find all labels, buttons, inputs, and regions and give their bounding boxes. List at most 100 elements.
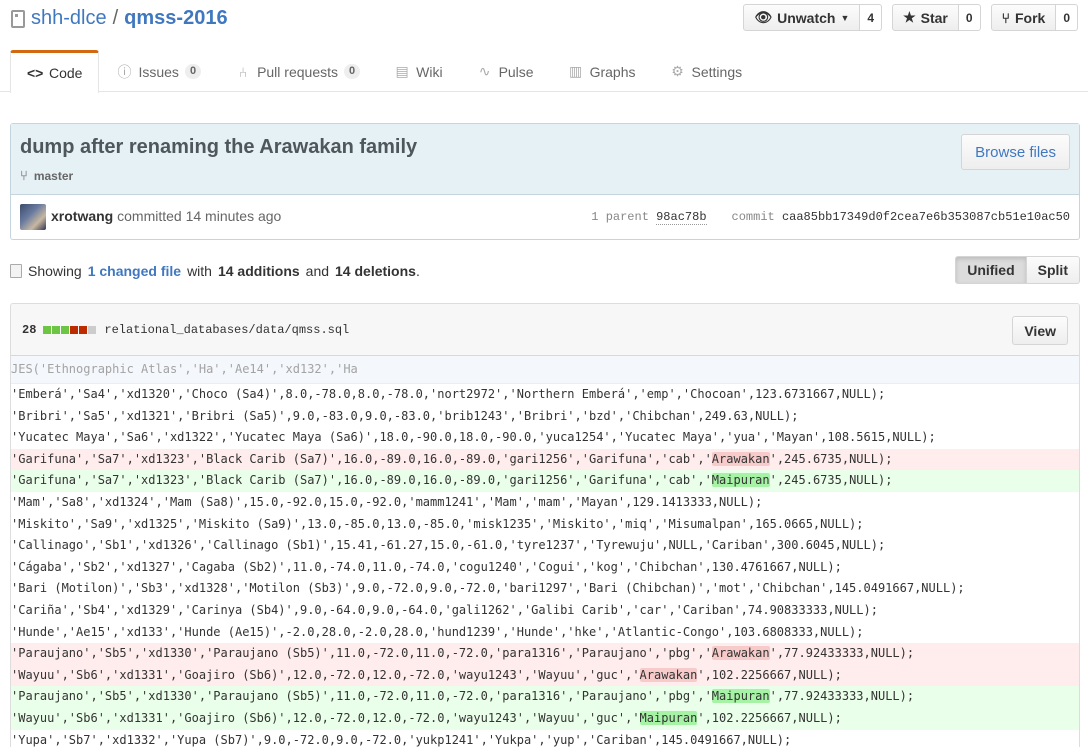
line-code: 'Wayuu','Sb6','xd1331','Goajiro (Sb6)',1… (11, 667, 640, 682)
repo-nav: <> Code ⓘ Issues 0 ⑃ Pull requests 0 ▤ W… (10, 50, 760, 93)
context-line: 'Cariña','Sb4','xd1329','Carinya (Sb4)',… (11, 600, 1079, 622)
line-code: 'Garifuna','Sa7','xd1323','Black Carib (… (11, 473, 712, 488)
code-icon: <> (27, 65, 44, 81)
star-button[interactable]: ★ Star (892, 4, 959, 31)
tab-wiki[interactable]: ▤ Wiki (377, 50, 459, 92)
context-line: 'Mam','Sa8','xd1324','Mam (Sa8)',15.0,-9… (11, 492, 1079, 514)
branch-name[interactable]: master (34, 169, 73, 183)
context-line: 'Miskito','Sa9','xd1325','Miskito (Sa9)'… (11, 514, 1079, 536)
repo-header: shh-dlce / qmss-2016 👁 Unwatch ▼ 4 ★ Sta… (0, 0, 1088, 93)
tab-settings-label: Settings (691, 63, 743, 80)
repo-actions: 👁 Unwatch ▼ 4 ★ Star 0 ⑂ Fork 0 (743, 4, 1078, 31)
repo-owner-link[interactable]: shh-dlce (31, 7, 107, 30)
tab-settings[interactable]: ⚙ Settings (653, 50, 760, 92)
repo-title: shh-dlce / qmss-2016 (11, 7, 228, 30)
added-line: 'Garifuna','Sa7','xd1323','Black Carib (… (11, 470, 1079, 492)
word-highlight: Maipuran (711, 473, 770, 488)
tab-issues-label: Issues (138, 63, 179, 80)
commit-box: dump after renaming the Arawakan family … (10, 123, 1080, 240)
changed-files-link[interactable]: 1 changed file (88, 263, 181, 279)
graph-icon: ▥ (568, 63, 583, 79)
line-code-tail: ',77.92433333,NULL); (769, 689, 915, 704)
tab-pull-requests[interactable]: ⑃ Pull requests 0 (218, 50, 377, 92)
diffstat-block (79, 326, 88, 334)
line-code: 'Yucatec Maya','Sa6','xd1322','Yucatec M… (11, 430, 936, 445)
word-highlight: Maipuran (639, 710, 698, 725)
view-file-button[interactable]: View (1012, 316, 1068, 345)
branch-icon: ⑂ (20, 168, 28, 183)
tab-pulse[interactable]: ∿ Pulse (460, 50, 551, 92)
issues-counter: 0 (184, 64, 202, 79)
line-code-tail: ',245.6735,NULL); (769, 451, 893, 466)
hunk-header: JES('Ethnographic Atlas','Ha','Ae14','xd… (11, 356, 1079, 384)
unwatch-button[interactable]: 👁 Unwatch ▼ (743, 4, 861, 31)
fork-button[interactable]: ⑂ Fork (990, 4, 1057, 31)
parent-label: 1 parent (591, 210, 649, 224)
line-code-tail: ',102.2256667,NULL); (697, 710, 842, 725)
repo-name-link[interactable]: qmss-2016 (124, 7, 227, 30)
eye-icon: 👁 (754, 9, 773, 25)
author-line: xrotwang committed 14 minutes ago (51, 208, 281, 224)
sha-block: 1 parent 98ac78b commit caa85bb17349d0f2… (591, 210, 1070, 225)
split-button[interactable]: Split (1026, 256, 1080, 284)
file-diff: 28 relational_databases/data/qmss.sql Vi… (10, 303, 1080, 747)
word-highlight: Arawakan (711, 451, 770, 466)
stargazers-count[interactable]: 0 (958, 4, 981, 31)
context-line: 'Yupa','Sb7','xd1332','Yupa (Sb7)',9.0,-… (11, 730, 1079, 747)
diffstat-block (43, 326, 52, 334)
tab-graphs-label: Graphs (589, 63, 636, 80)
added-line: 'Wayuu','Sb6','xd1331','Goajiro (Sb6)',1… (11, 707, 1079, 730)
line-code: 'Callinago','Sb1','xd1326','Callinago (S… (11, 538, 886, 553)
context-line: 'Yucatec Maya','Sa6','xd1322','Yucatec M… (11, 427, 1079, 449)
line-code-tail: ',77.92433333,NULL); (769, 646, 915, 661)
commit-meta: xrotwang committed 14 minutes ago 1 pare… (11, 195, 1079, 240)
line-code: 'Bribri','Sa5','xd1321','Bribri (Sa5)',9… (11, 408, 799, 423)
star-group: ★ Star 0 (892, 4, 981, 31)
issue-icon: ⓘ (117, 63, 132, 80)
browse-files-button[interactable]: Browse files (961, 134, 1070, 170)
tab-code-label: Code (49, 65, 83, 81)
diffstat-block (61, 326, 70, 334)
additions-count: 14 additions (217, 263, 300, 279)
file-header: 28 relational_databases/data/qmss.sql Vi… (11, 304, 1079, 356)
watch-group: 👁 Unwatch ▼ 4 (743, 4, 883, 31)
context-line: 'Bribri','Sa5','xd1321','Bribri (Sa5)',9… (11, 406, 1079, 428)
author-link[interactable]: xrotwang (51, 208, 113, 224)
file-diff-icon (10, 264, 22, 278)
deletions-count: 14 deletions (335, 263, 416, 279)
commit-sha: caa85bb17349d0f2cea7e6b353087cb51e10ac50 (781, 210, 1070, 224)
repo-icon (11, 9, 25, 28)
pull-request-icon: ⑃ (238, 63, 248, 80)
line-code: 'Mam','Sa8','xd1324','Mam (Sa8)',15.0,-9… (11, 494, 763, 509)
file-path[interactable]: relational_databases/data/qmss.sql (104, 323, 349, 337)
word-highlight: Maipuran (711, 689, 770, 704)
word-highlight: Arawakan (639, 667, 698, 682)
context-line: 'Bari (Motilon)','Sb3','xd1328','Motilon… (11, 578, 1079, 600)
line-code: 'Bari (Motilon)','Sb3','xd1328','Motilon… (11, 581, 965, 596)
diff-summary-text: Showing 1 changed file with 14 additions… (10, 263, 420, 279)
fork-label: Fork (1014, 9, 1046, 26)
commit-info: commit caa85bb17349d0f2cea7e6b353087cb51… (732, 210, 1070, 224)
tab-pulse-label: Pulse (498, 63, 534, 80)
avatar[interactable] (20, 204, 46, 230)
pull-requests-counter: 0 (344, 64, 361, 79)
deleted-line: 'Wayuu','Sb6','xd1331','Goajiro (Sb6)',1… (11, 664, 1079, 687)
diffstat-bar (43, 326, 97, 334)
tab-issues[interactable]: ⓘ Issues 0 (99, 50, 218, 92)
context-line: 'Emberá','Sa4','xd1320','Choco (Sa4)',8.… (11, 384, 1079, 406)
pulse-icon: ∿ (478, 63, 491, 79)
forks-count[interactable]: 0 (1056, 4, 1078, 31)
parent-sha-link[interactable]: 98ac78b (656, 210, 707, 225)
context-line: 'Hunde','Ae15','xd133','Hunde (Ae15)',-2… (11, 622, 1079, 644)
tab-graphs[interactable]: ▥ Graphs (551, 50, 653, 92)
unified-button[interactable]: Unified (955, 256, 1027, 284)
parent-info: 1 parent 98ac78b (591, 210, 707, 225)
commit-label: commit (731, 210, 775, 224)
diff-summary: Showing 1 changed file with 14 additions… (10, 256, 1080, 286)
fork-icon: ⑂ (1001, 9, 1010, 26)
tab-code[interactable]: <> Code (10, 50, 100, 93)
line-code-tail: ',102.2256667,NULL); (697, 667, 842, 682)
line-code: 'Garifuna','Sa7','xd1323','Black Carib (… (11, 451, 712, 466)
diffstat-block (70, 326, 79, 334)
watchers-count[interactable]: 4 (860, 4, 883, 31)
